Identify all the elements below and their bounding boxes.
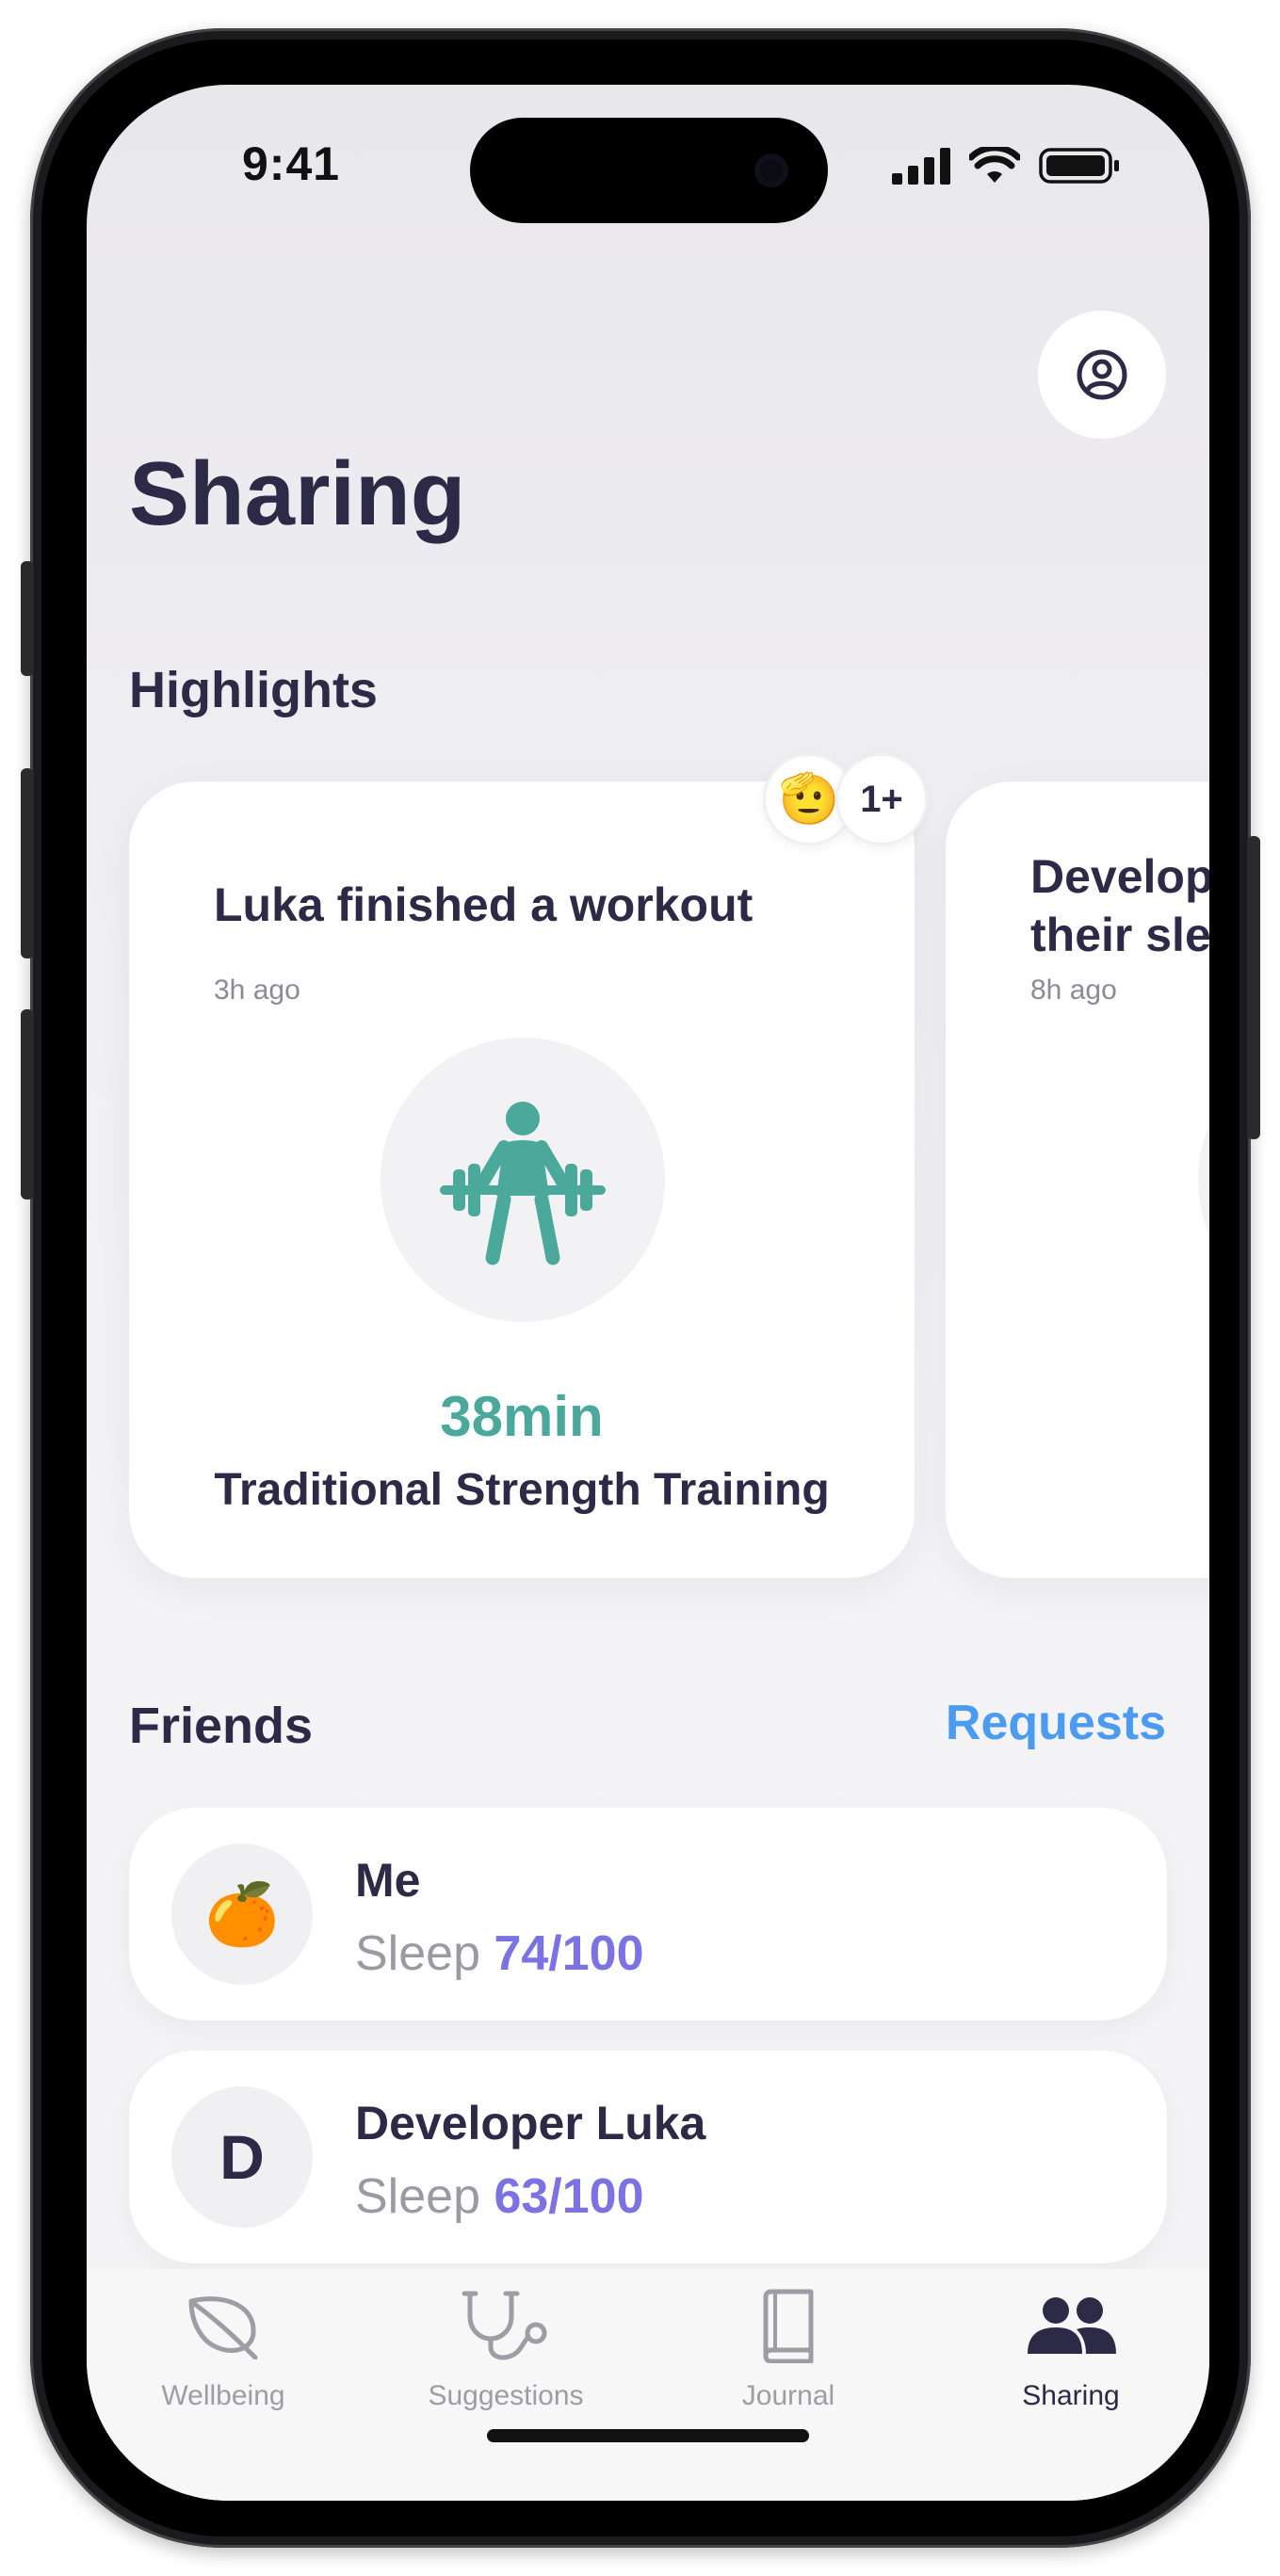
highlight-time: 8h ago — [1030, 974, 1117, 1006]
friend-metric-label: Sleep — [355, 1926, 494, 1981]
tab-wellbeing[interactable]: Wellbeing — [101, 2278, 346, 2412]
friend-sleep-score: 63/100 — [494, 2169, 644, 2224]
status-time: 9:41 — [242, 137, 341, 190]
salute-emoji-icon: 🫡 — [778, 772, 840, 827]
friend-name: Me — [355, 1854, 421, 1907]
friend-sleep-score: 74/100 — [494, 1926, 644, 1981]
stethoscope-icon — [462, 2291, 547, 2360]
profile-button[interactable] — [1038, 311, 1166, 439]
home-indicator[interactable] — [487, 2429, 809, 2442]
person-circle-icon — [1077, 349, 1127, 400]
avatar: D — [171, 2086, 313, 2228]
tab-label: Suggestions — [428, 2380, 584, 2411]
friend-score-line: Sleep 74/100 — [355, 1925, 644, 1982]
battery-icon — [1039, 148, 1119, 184]
tab-label: Journal — [741, 2380, 835, 2411]
highlight-card-workout[interactable]: Luka finished a workout 3h ago 38min Tra… — [129, 781, 915, 1578]
tab-label: Wellbeing — [161, 2380, 285, 2411]
volume-up-button — [21, 768, 34, 958]
weightlifting-icon — [440, 1102, 606, 1265]
friend-row-me[interactable]: 🍊 Me Sleep 74/100 — [129, 1808, 1167, 2021]
requests-link[interactable]: Requests — [946, 1695, 1166, 1751]
orange-emoji-icon: 🍊 — [204, 1879, 280, 1948]
cellular-signal-icon — [892, 148, 950, 185]
friends-heading: Friends — [129, 1698, 314, 1754]
leaf-icon — [188, 2296, 258, 2359]
book-icon — [763, 2289, 814, 2363]
workout-icon-circle — [381, 1038, 665, 1322]
workout-duration: 38min — [440, 1385, 604, 1448]
friend-metric-label: Sleep — [355, 2169, 494, 2224]
friend-score-line: Sleep 63/100 — [355, 2168, 644, 2225]
screen: 9:41 Sharing Highlights Luka finished a … — [87, 85, 1209, 2501]
friend-row-developer-luka[interactable]: D Developer Luka Sleep 63/100 — [129, 2051, 1167, 2263]
dynamic-island — [470, 118, 828, 223]
friend-name: Developer Luka — [355, 2097, 706, 2149]
status-icons — [892, 147, 1120, 185]
highlight-title-line-2: their sle — [1030, 909, 1209, 961]
tab-journal[interactable]: Journal — [666, 2278, 911, 2412]
avatar: 🍊 — [171, 1843, 313, 1985]
tab-label: Sharing — [1022, 2380, 1120, 2411]
reaction-count-badge[interactable]: 1+ — [835, 753, 928, 845]
highlight-title-line-1: Develop — [1030, 850, 1209, 903]
tab-suggestions[interactable]: Suggestions — [383, 2278, 628, 2412]
highlight-card-sleep[interactable]: Develop their sle 8h ago — [946, 781, 1209, 1578]
page-title: Sharing — [129, 443, 466, 544]
volume-down-button — [21, 1009, 34, 1199]
camera-icon — [754, 153, 788, 187]
highlight-time: 3h ago — [214, 974, 300, 1006]
highlight-title: Luka finished a workout — [214, 878, 753, 931]
people-icon — [1028, 2297, 1116, 2354]
workout-type: Traditional Strength Training — [214, 1465, 830, 1515]
action-button — [21, 561, 34, 676]
highlights-heading: Highlights — [129, 662, 378, 718]
sleep-icon-circle — [1198, 1038, 1209, 1322]
power-button — [1247, 836, 1260, 1139]
wifi-icon — [969, 147, 1020, 183]
tab-bar: Wellbeing Suggestions Journal Sharing — [87, 2269, 1209, 2501]
highlight-title: Develop their sle — [1030, 847, 1209, 964]
tab-sharing[interactable]: Sharing — [948, 2278, 1193, 2412]
